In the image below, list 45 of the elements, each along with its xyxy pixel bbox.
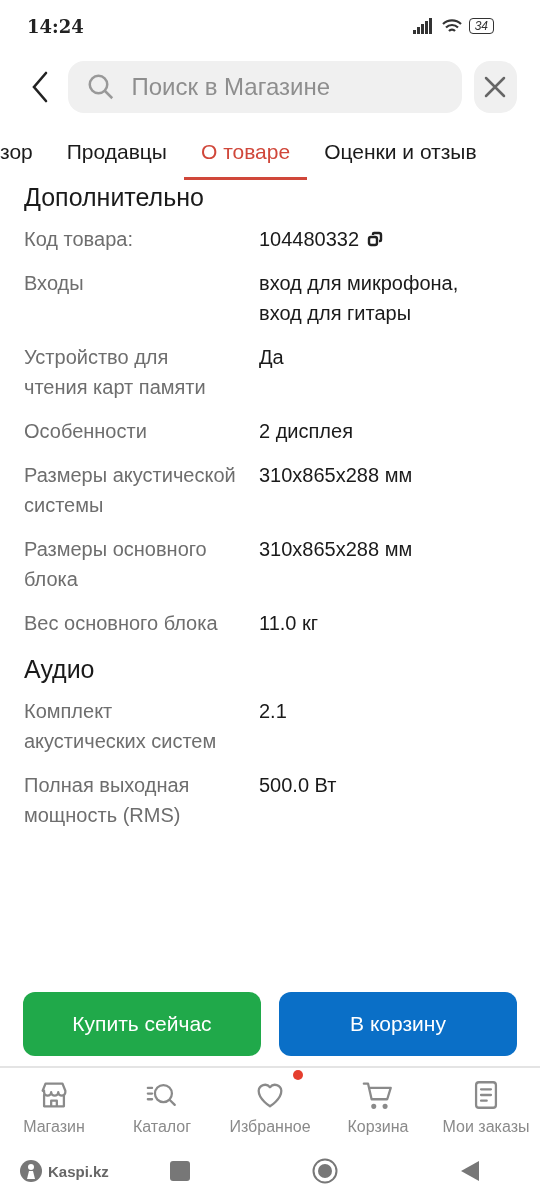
nav-item[interactable]: Избранное — [216, 1068, 324, 1136]
add-to-cart-button[interactable]: В корзину — [279, 992, 517, 1056]
spec-value: 2.1 — [259, 699, 287, 724]
section-title: Аудио — [24, 654, 96, 685]
nav-item[interactable]: Магазин — [0, 1068, 108, 1136]
spec-label: Полная выходная мощность (RMS) — [24, 773, 191, 828]
nav-item[interactable]: Мои заказы — [432, 1068, 540, 1136]
spec-label: Особенности — [24, 419, 148, 444]
spec-label: Размеры основного блока — [24, 537, 208, 592]
spec-label: Код товара: — [24, 227, 134, 252]
signal-icon — [412, 18, 435, 34]
spec-value: 104480332 — [259, 227, 360, 252]
spec-label: Размеры акустической системы — [24, 463, 237, 518]
spec-label: Устройство для чтения карт памяти — [24, 345, 207, 400]
search-icon — [85, 72, 116, 102]
close-icon — [483, 75, 508, 99]
spec-value: 310x865x288 мм — [259, 537, 413, 562]
logo-icon — [20, 1160, 42, 1182]
tab[interactable]: зор — [0, 136, 50, 180]
tab[interactable]: О товаре — [183, 136, 308, 180]
spec-value: 11.0 кг — [259, 611, 319, 636]
nav-item[interactable]: Каталог — [108, 1068, 216, 1136]
spec-value: Да — [259, 345, 284, 370]
nav-item[interactable]: Корзина — [324, 1068, 432, 1136]
clock: 14:24 — [27, 15, 84, 37]
spec-value: 2 дисплея — [259, 419, 353, 444]
battery-indicator: 34 — [468, 18, 494, 34]
spec-value: вход для микрофона, вход для гитары — [259, 271, 460, 326]
wifi-icon — [440, 18, 463, 34]
search-input[interactable]: Поиск в Магазине — [129, 72, 444, 102]
spec-value: 500.0 Вт — [259, 773, 337, 798]
section-title: Дополнительно — [24, 182, 205, 213]
back-nav-button[interactable] — [460, 1160, 480, 1182]
spec-label: Входы — [24, 271, 85, 296]
spec-value: 310x865x288 мм — [259, 463, 413, 488]
brand-name: Kaspi.kz — [48, 1162, 109, 1180]
copy-icon[interactable] — [367, 231, 384, 247]
tab[interactable]: Оценки и отзыв — [307, 136, 494, 180]
search-field[interactable]: Поиск в Магазине — [67, 61, 462, 113]
spec-label: Вес основного блока — [24, 611, 219, 636]
tab[interactable]: Продавцы — [49, 136, 184, 180]
buy-now-button[interactable]: Купить сейчас — [23, 992, 261, 1056]
home-button[interactable] — [312, 1158, 338, 1184]
spec-label: Комплект акустических систем — [24, 699, 218, 754]
close-button[interactable] — [473, 61, 517, 113]
